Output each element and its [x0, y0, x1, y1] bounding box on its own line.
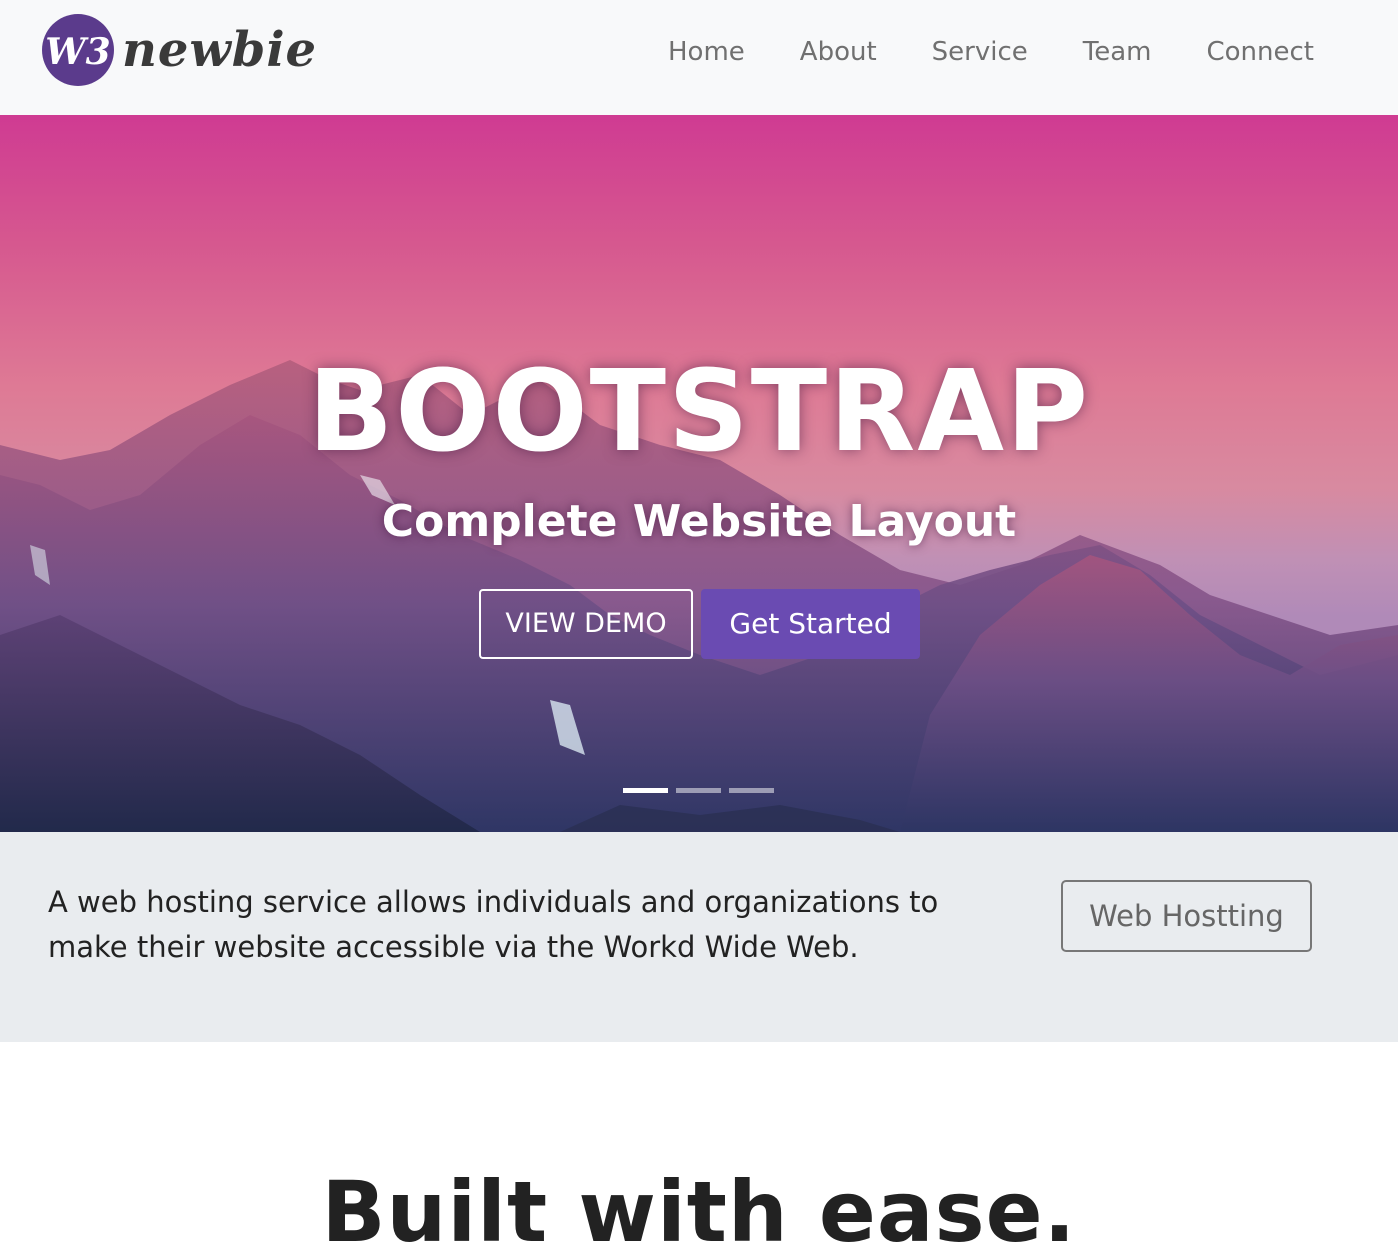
carousel-indicators	[623, 788, 783, 794]
nav-link-connect[interactable]: Connect	[1206, 30, 1314, 74]
get-started-button[interactable]: Get Started	[701, 589, 920, 659]
brand-logo[interactable]: W3 newbie	[42, 14, 316, 90]
carousel-indicator-1[interactable]	[623, 788, 668, 793]
navbar: W3 newbie Home About Service Team Connec…	[0, 0, 1398, 115]
carousel-indicator-2[interactable]	[676, 788, 721, 793]
hero-carousel: BOOTSTRAP Complete Website Layout VIEW D…	[0, 115, 1398, 832]
info-band: A web hosting service allows individuals…	[0, 832, 1398, 1042]
hosting-description: A web hosting service allows individuals…	[48, 885, 939, 964]
brand-name: newbie	[122, 22, 318, 78]
nav-menu: Home About Service Team Connect	[668, 30, 1314, 74]
hero-title: BOOTSTRAP	[307, 347, 1091, 477]
section-title: Built with ease.	[321, 1163, 1077, 1254]
nav-link-team[interactable]: Team	[1083, 30, 1152, 74]
nav-link-about[interactable]: About	[800, 30, 877, 74]
brand-mark-text: W3	[45, 31, 110, 73]
nav-link-home[interactable]: Home	[668, 30, 745, 74]
view-demo-button[interactable]: VIEW DEMO	[479, 589, 693, 659]
nav-link-service[interactable]: Service	[932, 30, 1028, 74]
web-hosting-button[interactable]: Web Hostting	[1061, 880, 1312, 952]
built-with-ease-section: Built with ease.	[0, 1042, 1398, 1254]
carousel-indicator-3[interactable]	[729, 788, 774, 793]
hero-subtitle: Complete Website Layout	[381, 496, 1017, 547]
brand-mark-icon: W3	[42, 14, 114, 86]
